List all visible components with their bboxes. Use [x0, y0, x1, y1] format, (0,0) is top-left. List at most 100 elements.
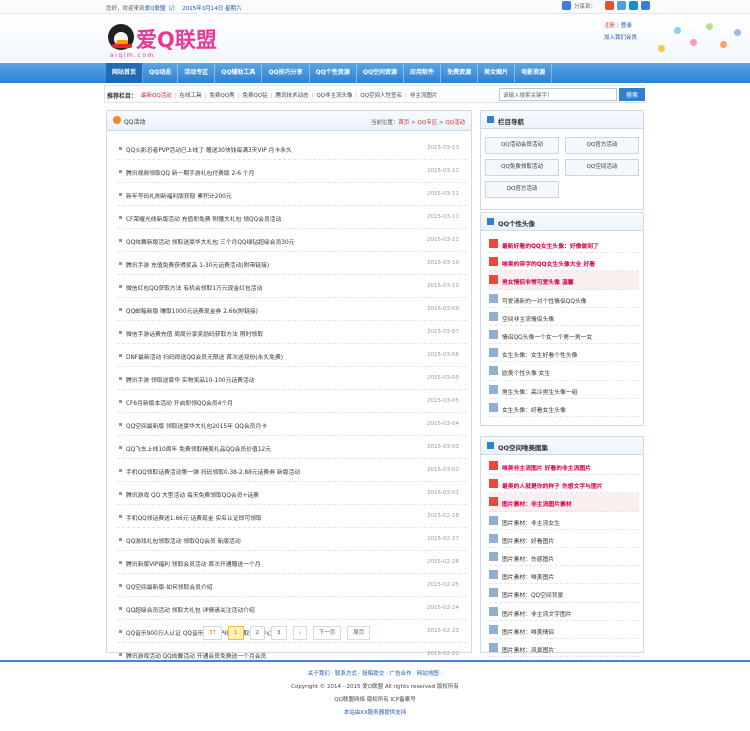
- search-input[interactable]: [499, 88, 617, 101]
- vip-link[interactable]: 加入我们会员: [604, 35, 637, 41]
- recommend-link[interactable]: QQ非主流头像: [316, 93, 352, 99]
- side-list-item[interactable]: 女生头像：好看女生头像: [489, 399, 639, 417]
- side-item-title[interactable]: 唯美的带字的QQ女生头像大全 好看: [502, 259, 595, 268]
- article-title[interactable]: QQ火影忍者PVP活动已上线了 赠送30块钱每满3天VIP 月卡永久: [126, 145, 416, 154]
- side-list-item[interactable]: 图片素材：好看图片: [489, 530, 639, 548]
- article-row[interactable]: QQ游戏礼包领取活动 领取QQ会员 新版活动 2015-02-27: [117, 528, 467, 551]
- article-title[interactable]: DNF最新活动 扫码即送QQ会员无限送 首次送双份(永久免费): [126, 352, 416, 361]
- article-title[interactable]: QQ空间最新版-如何领取会员介绍: [126, 582, 416, 591]
- side-list-item[interactable]: 可爱清新的一对个性情侣QQ头像: [489, 290, 639, 308]
- article-title[interactable]: QQ邮箱新版 赚取1000元话费现金券 2.66(附链接): [126, 306, 416, 315]
- side-list-item[interactable]: 空间非主流情侣头像: [489, 308, 639, 326]
- article-title[interactable]: QQ飞车上线10周年 免费领取精美礼品QQ会员价值12元: [126, 444, 416, 453]
- side-list-item[interactable]: 图片素材：伤感图片: [489, 548, 639, 567]
- nav-item[interactable]: QQ空间资源: [357, 63, 405, 83]
- article-title[interactable]: QQ游戏礼包领取活动 领取QQ会员 新版活动: [126, 536, 416, 545]
- search-button[interactable]: 搜索: [619, 88, 645, 101]
- page-link[interactable]: 2: [249, 626, 265, 640]
- article-title[interactable]: 腾讯游戏活动 QQ炫舞活动 开通会员免费送一个月会员: [126, 651, 416, 660]
- nav-item[interactable]: QQ个性资源: [310, 63, 357, 83]
- qzone-icon[interactable]: [617, 1, 627, 10]
- recommend-link[interactable]: 免费QQ钻: [242, 93, 267, 99]
- side-item-title[interactable]: 女生头像：好看女生头像: [502, 405, 566, 414]
- article-row[interactable]: CF荣耀光线新版活动 充值即免费 附赠大礼包 领QQ会员活动 2015-03-11: [117, 206, 467, 229]
- article-row[interactable]: QQ空间最新版-如何领取会员介绍 2015-02-25: [117, 574, 467, 597]
- page-link[interactable]: 3: [271, 626, 287, 640]
- recommend-link[interactable]: 非主流图片: [410, 93, 438, 99]
- article-row[interactable]: 腾讯手游 领取送豪华 实物奖品10-100元话费活动 2015-03-05: [117, 367, 467, 390]
- article-title[interactable]: QQ超级会员活动 领取大礼包 详情请关注活动介绍: [126, 605, 416, 614]
- article-row[interactable]: 腾讯新版VIP福利 领取会员活动 首次开通赠送一个月 2015-02-26: [117, 551, 467, 574]
- side-list-item[interactable]: 图片素材：QQ空间背景: [489, 584, 639, 603]
- article-row[interactable]: 新年号码礼刷新福利版获取 累积计200元 2015-03-11: [117, 183, 467, 206]
- side-list-item[interactable]: 最新好看的QQ女生头像：好像做到了: [489, 235, 639, 254]
- article-title[interactable]: 新年号码礼刷新福利版获取 累积计200元: [126, 191, 416, 200]
- side-list-item[interactable]: 图片素材：风景图片: [489, 639, 639, 658]
- side-item-title[interactable]: 唯美非主流图片 好看的非主流图片: [502, 463, 591, 472]
- article-row[interactable]: 手机QQ领取话费活动第一弹 扫码领取0.38-2.88元话费券 新版活动 2015…: [117, 459, 467, 482]
- article-title[interactable]: 手机QQ领取话费活动第一弹 扫码领取0.38-2.88元话费券 新版活动: [126, 467, 416, 476]
- nav-item[interactable]: QQ技巧分享: [262, 63, 310, 83]
- article-row[interactable]: QQ火影忍者PVP活动已上线了 赠送30块钱每满3天VIP 月卡永久 2015-0…: [117, 137, 467, 160]
- side-item-title[interactable]: 可爱清新的一对个性情侣QQ头像: [502, 296, 587, 305]
- side-item-title[interactable]: 男女情侣非常可爱头像 温馨: [502, 277, 574, 286]
- side-list-item[interactable]: 男女情侣非常可爱头像 温馨: [489, 271, 639, 290]
- nav-item[interactable]: 电影资源: [515, 63, 553, 83]
- tencent-weibo-icon[interactable]: [629, 1, 639, 10]
- share-icon[interactable]: [562, 1, 571, 10]
- recommend-link[interactable]: 最新QQ活动: [141, 93, 172, 99]
- side-list-item[interactable]: 图片素材：唯美情侣: [489, 621, 639, 639]
- article-row[interactable]: QQ空间最新版 领取送豪华大礼包2015年 QQ会员月卡 2015-03-04: [117, 413, 467, 436]
- recommend-link[interactable]: QQ空间人性签名: [360, 93, 402, 99]
- article-title[interactable]: CF荣耀光线新版活动 充值即免费 附赠大礼包 领QQ会员活动: [126, 214, 416, 223]
- side-item-title[interactable]: 女生头像：女生好看个性头像: [502, 350, 577, 359]
- article-title[interactable]: 手机QQ领话费送1.66元 话费现金 实名认证即可领取: [126, 513, 416, 522]
- category-link[interactable]: QQ活动会员活动: [485, 137, 559, 154]
- article-title[interactable]: QQ炫舞新版活动 领取送豪华大礼包 三个月QQ绿钻超级会员30元: [126, 237, 416, 246]
- article-row[interactable]: DNF最新活动 扫码即送QQ会员无限送 首次送双份(永久免费) 2015-03-0…: [117, 344, 467, 367]
- article-row[interactable]: QQ飞车上线10周年 免费领取精美礼品QQ会员价值12元 2015-03-03: [117, 436, 467, 459]
- category-link[interactable]: QQ空间活动: [565, 159, 639, 176]
- side-list-item[interactable]: 男生头像：高冷男生头像一组: [489, 381, 639, 399]
- article-row[interactable]: 微信手游话费充值 周周分享奖励码获取方法 限时领取 2015-03-07: [117, 321, 467, 344]
- article-title[interactable]: 腾讯新版VIP福利 领取会员活动 首次开通赠送一个月: [126, 559, 416, 568]
- nav-item[interactable]: QQ辅助工具: [215, 63, 263, 83]
- article-row[interactable]: 手机QQ领话费送1.66元 话费现金 实名认证即可领取 2015-02-28: [117, 505, 467, 528]
- side-item-title[interactable]: 最美的人就是你的样子 伤感文字与图片: [502, 481, 603, 490]
- next-page-button[interactable]: 下一页: [312, 626, 342, 640]
- article-row[interactable]: CF6月新版本活动 开启即领QQ会员4个月 2015-03-05: [117, 390, 467, 413]
- nav-item[interactable]: 网站首页: [106, 63, 144, 83]
- article-title[interactable]: 腾讯游戏 QQ 大型活动 每天免费领取QQ会员+话费: [126, 490, 416, 499]
- breadcrumb-zone[interactable]: QQ专区: [418, 120, 438, 126]
- side-item-title[interactable]: 图片素材：非主流图片素材: [502, 499, 572, 508]
- weibo-icon[interactable]: [605, 1, 615, 10]
- brand-link[interactable]: 爱Q联盟（/）: [145, 6, 179, 12]
- last-page-button[interactable]: 尾页: [347, 626, 371, 640]
- side-list-item[interactable]: 图片素材：非主流女生: [489, 512, 639, 530]
- side-list-item[interactable]: 欧美个性头像 女生: [489, 362, 639, 381]
- article-row[interactable]: 腾讯手游 充值免费获得奖品 1-30元话费活动(附带链接) 2015-03-10: [117, 252, 467, 275]
- breadcrumb-current[interactable]: QQ活动: [445, 120, 465, 126]
- side-item-title[interactable]: 欧美个性头像 女生: [502, 368, 550, 377]
- recommend-link[interactable]: 腾讯技术动态: [275, 93, 308, 99]
- side-list-item[interactable]: 唯美的带字的QQ女生头像大全 好看: [489, 253, 639, 272]
- page-link[interactable]: 1: [228, 626, 244, 640]
- article-row[interactable]: QQ邮箱新版 赚取1000元话费现金券 2.66(附链接) 2015-03-09: [117, 298, 467, 321]
- article-row[interactable]: QQ炫舞新版活动 领取送豪华大礼包 三个月QQ绿钻超级会员30元 2015-03-…: [117, 229, 467, 252]
- side-item-title[interactable]: 空间非主流情侣头像: [502, 314, 554, 323]
- side-list-item[interactable]: 唯美非主流图片 好看的非主流图片: [489, 457, 639, 476]
- side-list-item[interactable]: 图片素材：非主流文字图片: [489, 603, 639, 621]
- article-row[interactable]: 腾讯游戏 QQ 大型活动 每天免费领取QQ会员+话费 2015-03-01: [117, 482, 467, 505]
- recommend-link[interactable]: 在线工具: [180, 93, 202, 99]
- register-link[interactable]: 注册: [604, 23, 615, 29]
- article-title[interactable]: 腾讯手游 领取送豪华 实物奖品10-100元话费活动: [126, 375, 416, 384]
- side-item-title[interactable]: 图片素材：风景图片: [502, 645, 554, 654]
- side-item-title[interactable]: 图片素材：唯美情侣: [502, 627, 554, 636]
- article-title[interactable]: CF6月新版本活动 开启即领QQ会员4个月: [126, 398, 416, 407]
- article-title[interactable]: 微信红包QQ获取方法 有机会领取1万元现金红包活动: [126, 283, 416, 292]
- nav-item[interactable]: 活动专区: [178, 63, 216, 83]
- article-row[interactable]: 腾讯视频领取QQ 新一期手游礼包付费版 2-6 个月 2015-03-12: [117, 160, 467, 183]
- recommend-link[interactable]: 免费QQ秀: [209, 93, 234, 99]
- article-title[interactable]: 腾讯视频领取QQ 新一期手游礼包付费版 2-6 个月: [126, 168, 416, 177]
- nav-item[interactable]: QQ动态: [143, 63, 179, 83]
